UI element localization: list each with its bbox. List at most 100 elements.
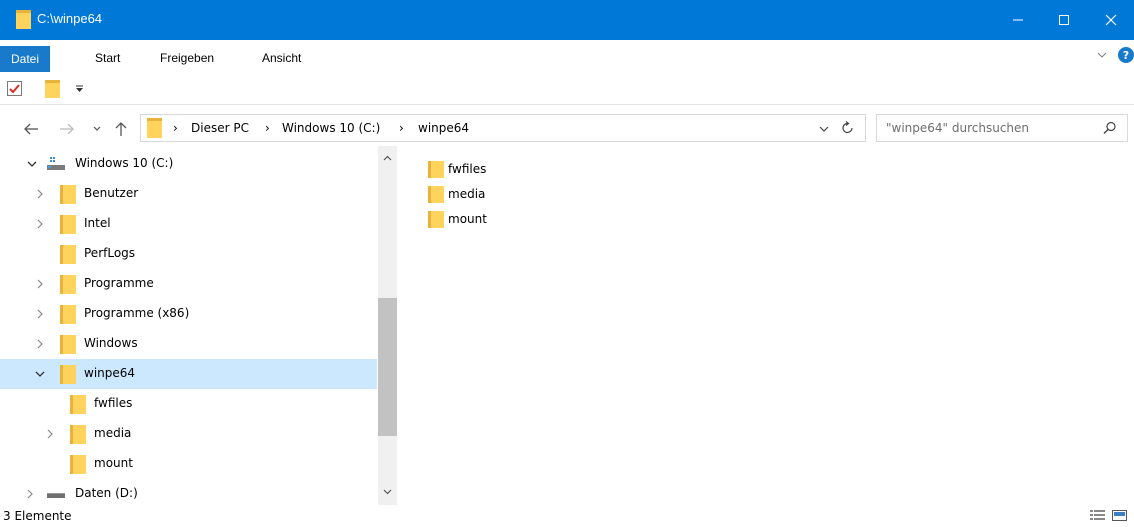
search-input[interactable]: "winpe64" durchsuchen	[876, 114, 1128, 142]
divider	[0, 104, 1134, 105]
minimize-button[interactable]	[995, 0, 1041, 40]
chevron-right-icon[interactable]	[34, 278, 46, 290]
chevron-right-icon[interactable]	[34, 218, 46, 230]
expand-ribbon-button[interactable]	[1096, 50, 1108, 60]
tab-start[interactable]: Start	[95, 51, 120, 65]
tree-item-media[interactable]: media	[0, 419, 377, 449]
file-list: fwfiles media mount	[419, 146, 1119, 505]
drive-icon	[47, 491, 65, 499]
folder-icon	[60, 365, 76, 384]
properties-button[interactable]	[7, 81, 23, 97]
back-button[interactable]	[22, 120, 40, 138]
details-view-button[interactable]	[1090, 509, 1105, 522]
tree-item-label: Intel	[84, 216, 111, 230]
tree-item-windows[interactable]: Windows	[0, 329, 377, 359]
checkbox-properties-icon	[7, 81, 22, 96]
large-icons-view-icon	[1112, 510, 1127, 521]
customize-qat-button[interactable]	[75, 85, 84, 93]
folder-icon	[60, 275, 76, 294]
scroll-up-icon[interactable]	[382, 153, 393, 164]
dropdown-arrow-icon	[76, 85, 83, 92]
tab-ansicht[interactable]: Ansicht	[262, 51, 301, 65]
minimize-icon	[1013, 19, 1023, 21]
breadcrumb-windows-c[interactable]: Windows 10 (C:)	[282, 121, 380, 135]
folder-icon	[70, 395, 86, 414]
tree-item-label: winpe64	[84, 366, 136, 380]
forward-button[interactable]	[58, 120, 76, 138]
drive-icon	[47, 157, 65, 171]
tree-item-label: Benutzer	[84, 186, 139, 200]
folder-icon	[70, 455, 86, 474]
chevron-right-icon[interactable]	[34, 308, 46, 320]
address-bar[interactable]: › Dieser PC › Windows 10 (C:) › winpe64	[140, 114, 866, 142]
arrow-left-icon	[24, 123, 38, 135]
maximize-icon	[1059, 15, 1069, 25]
refresh-button[interactable]	[841, 121, 855, 135]
folder-icon	[60, 245, 76, 264]
tree-item-windows-c[interactable]: Windows 10 (C:)	[0, 149, 377, 179]
tree-item-label: media	[94, 426, 132, 440]
tree-item-intel[interactable]: Intel	[0, 209, 377, 239]
tree-item-perflogs[interactable]: PerfLogs	[0, 239, 377, 269]
chevron-right-icon[interactable]	[34, 338, 46, 350]
folder-icon	[428, 161, 444, 178]
tree-item-mount[interactable]: mount	[0, 449, 377, 479]
arrow-up-icon	[115, 122, 127, 136]
tree-item-programme-x86[interactable]: Programme (x86)	[0, 299, 377, 329]
folder-icon	[16, 10, 31, 29]
chevron-down-icon	[819, 126, 829, 132]
ribbon-tab-bar: Datei Start Freigeben Ansicht	[0, 40, 1134, 74]
chevron-right-icon[interactable]	[34, 188, 46, 200]
chevron-down-icon[interactable]	[34, 368, 46, 380]
close-button[interactable]	[1088, 0, 1134, 40]
scrollbar-thumb[interactable]	[378, 298, 397, 436]
title-bar[interactable]: C:\winpe64	[0, 0, 1134, 40]
help-button[interactable]: ?	[1118, 47, 1134, 63]
list-item-fwfiles[interactable]: fwfiles	[428, 158, 588, 180]
refresh-icon	[842, 121, 853, 134]
list-item-label: mount	[448, 212, 487, 226]
list-item-media[interactable]: media	[428, 183, 588, 205]
tree-item-programme[interactable]: Programme	[0, 269, 377, 299]
breadcrumb-winpe64[interactable]: winpe64	[418, 121, 469, 135]
search-icon[interactable]	[1103, 121, 1117, 135]
tree-item-label: Windows 10 (C:)	[75, 156, 174, 170]
tab-freigeben[interactable]: Freigeben	[160, 51, 214, 65]
breadcrumb-separator-icon[interactable]: ›	[173, 121, 178, 135]
folder-icon	[147, 118, 162, 138]
tree-item-label: fwfiles	[94, 396, 133, 410]
chevron-right-icon[interactable]	[24, 488, 36, 500]
folder-icon	[45, 80, 60, 98]
list-item-label: fwfiles	[448, 162, 487, 176]
navigation-pane-scrollbar[interactable]	[378, 146, 397, 505]
tree-item-label: Windows	[84, 336, 138, 350]
navigation-pane: Windows 10 (C:) Benutzer Intel PerfLogs	[0, 146, 397, 505]
tree-item-benutzer[interactable]: Benutzer	[0, 179, 377, 209]
arrow-right-icon	[60, 123, 74, 135]
tree-item-winpe64[interactable]: winpe64	[0, 359, 377, 389]
breadcrumb-separator-icon[interactable]: ›	[399, 121, 404, 135]
folder-icon	[428, 186, 444, 203]
new-folder-button[interactable]	[45, 80, 60, 98]
large-icons-view-button[interactable]	[1112, 509, 1127, 522]
breadcrumb-dieser-pc[interactable]: Dieser PC	[191, 121, 249, 135]
up-button[interactable]	[112, 120, 130, 138]
folder-icon	[60, 305, 76, 324]
search-placeholder: "winpe64" durchsuchen	[886, 121, 1030, 135]
tree-item-label: mount	[94, 456, 133, 470]
list-item-label: media	[448, 187, 486, 201]
chevron-down-icon	[1097, 52, 1107, 58]
close-icon	[1105, 14, 1117, 26]
tree-item-daten-d[interactable]: Daten (D:)	[0, 479, 377, 505]
list-item-mount[interactable]: mount	[428, 208, 588, 230]
breadcrumb-separator-icon[interactable]: ›	[265, 121, 270, 135]
recent-locations-button[interactable]	[88, 120, 106, 138]
chevron-right-icon[interactable]	[44, 428, 56, 440]
tab-datei[interactable]: Datei	[0, 46, 50, 72]
maximize-button[interactable]	[1041, 0, 1087, 40]
chevron-down-icon[interactable]	[26, 158, 38, 170]
scroll-down-icon[interactable]	[382, 486, 393, 497]
tree-item-fwfiles[interactable]: fwfiles	[0, 389, 377, 419]
tree-item-label: Programme (x86)	[84, 306, 190, 320]
address-history-button[interactable]	[819, 124, 829, 134]
